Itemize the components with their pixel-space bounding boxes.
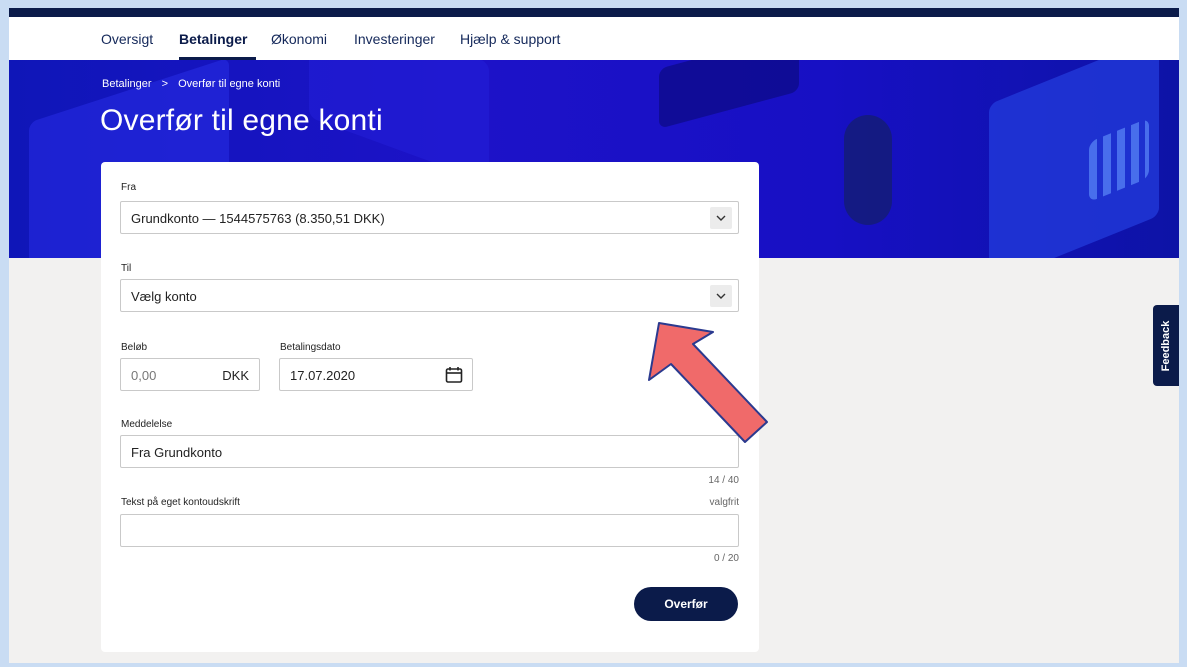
nav-item-betalinger[interactable]: Betalinger bbox=[179, 31, 247, 47]
statement-text-input[interactable] bbox=[120, 514, 739, 547]
statement-text-label: Tekst på eget kontoudskrift bbox=[121, 497, 240, 508]
date-label: Betalingsdato bbox=[280, 342, 341, 353]
feedback-tab[interactable]: Feedback bbox=[1153, 305, 1179, 386]
from-account-value: Grundkonto — 1544575763 (8.350,51 DKK) bbox=[131, 211, 385, 226]
payment-date-input[interactable]: 17.07.2020 bbox=[279, 358, 473, 391]
top-brand-bar bbox=[9, 8, 1179, 17]
chevron-down-icon bbox=[710, 285, 732, 307]
window-frame-left bbox=[0, 0, 9, 667]
breadcrumb-item-betalinger[interactable]: Betalinger bbox=[102, 78, 152, 90]
amount-placeholder: 0,00 bbox=[131, 368, 157, 383]
message-value: Fra Grundkonto bbox=[131, 445, 223, 460]
breadcrumb-item-current: Overfør til egne konti bbox=[178, 78, 281, 90]
window-frame-top bbox=[0, 0, 1187, 8]
amount-label: Beløb bbox=[121, 342, 148, 353]
feedback-label: Feedback bbox=[1160, 320, 1172, 371]
to-account-value: Vælg konto bbox=[131, 289, 197, 304]
nav-item-oversigt[interactable]: Oversigt bbox=[101, 31, 153, 47]
from-account-select[interactable]: Grundkonto — 1544575763 (8.350,51 DKK) bbox=[120, 201, 739, 234]
breadcrumb: Betalinger > Overfør til egne konti bbox=[102, 78, 280, 90]
nav-item-okonomi[interactable]: Økonomi bbox=[271, 31, 327, 47]
message-label: Meddelelse bbox=[121, 419, 173, 430]
to-label: Til bbox=[121, 263, 132, 274]
window-frame-right bbox=[1179, 0, 1187, 667]
transfer-button[interactable]: Overfør bbox=[634, 587, 738, 621]
breadcrumb-separator: > bbox=[161, 78, 169, 90]
hero-illustration-coins bbox=[844, 115, 892, 225]
payment-date-value: 17.07.2020 bbox=[290, 368, 356, 383]
optional-hint: valgfrit bbox=[709, 497, 739, 508]
window-frame-bottom bbox=[0, 663, 1187, 667]
statement-char-counter: 0 / 20 bbox=[713, 553, 739, 564]
to-account-select[interactable]: Vælg konto bbox=[120, 279, 739, 312]
nav-item-investeringer[interactable]: Investeringer bbox=[354, 31, 435, 47]
main-nav: Oversigt Betalinger Økonomi Investeringe… bbox=[9, 17, 1179, 60]
annotation-arrow-icon bbox=[648, 322, 768, 443]
amount-input[interactable]: 0,00 DKK bbox=[120, 358, 260, 391]
amount-currency: DKK bbox=[222, 368, 249, 383]
from-label: Fra bbox=[121, 182, 136, 193]
hero-illustration-box bbox=[659, 60, 799, 129]
nav-item-hjaelp-support[interactable]: Hjælp & support bbox=[460, 31, 560, 47]
calendar-icon[interactable] bbox=[444, 365, 464, 390]
chevron-down-icon bbox=[710, 207, 732, 229]
message-char-counter: 14 / 40 bbox=[708, 475, 739, 486]
page-title: Overfør til egne konti bbox=[100, 104, 383, 137]
